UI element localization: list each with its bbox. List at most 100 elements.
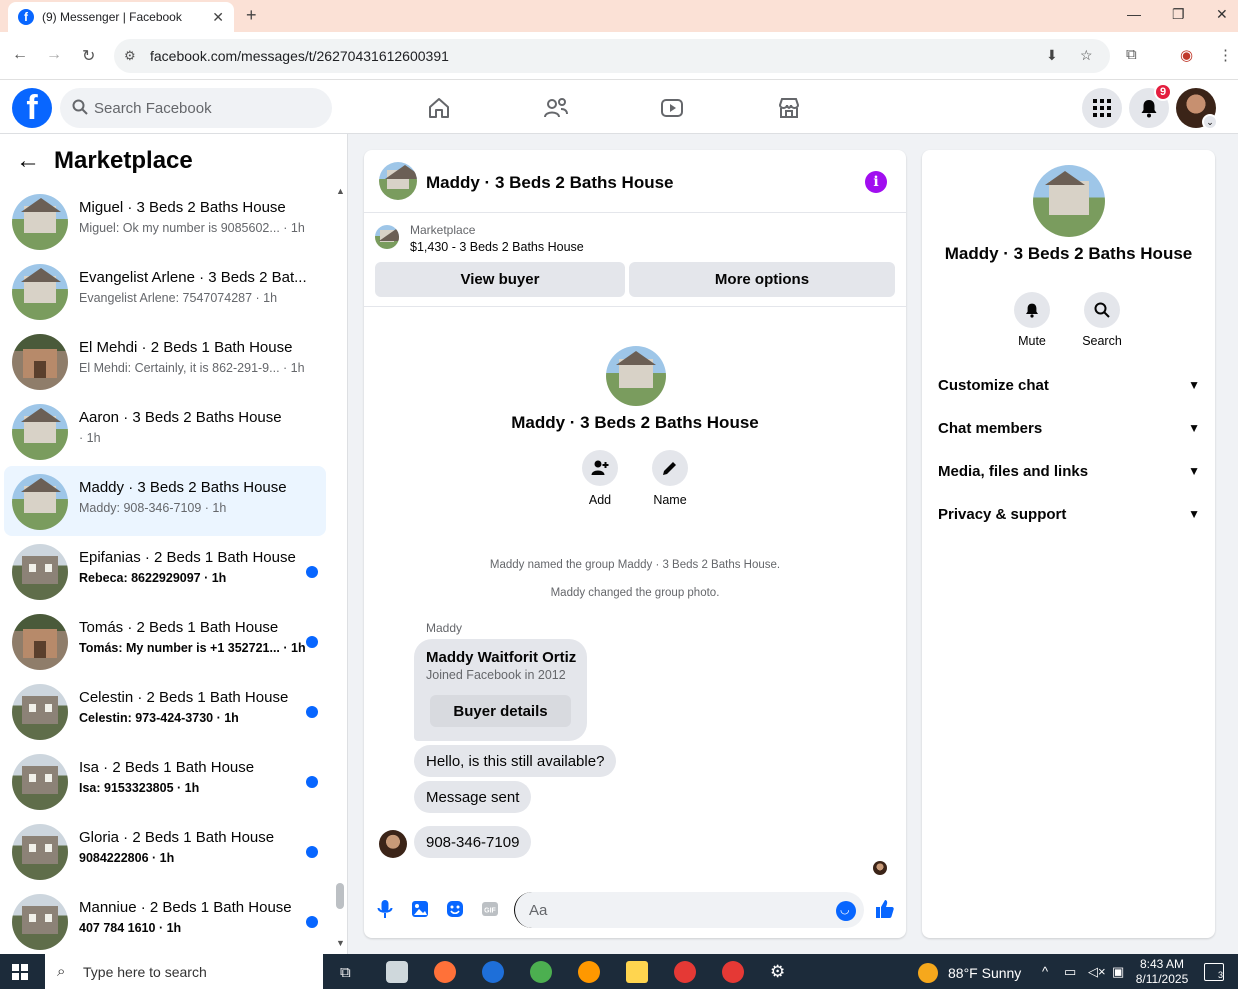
sender-avatar[interactable] — [379, 830, 407, 858]
back-icon[interactable]: ← — [12, 46, 28, 64]
profile-icon[interactable]: ◉ — [1180, 46, 1193, 64]
conversation-item[interactable]: Aaron · 3 Beds 2 Baths House · 1h — [4, 396, 326, 466]
watch-video-icon[interactable] — [658, 95, 686, 121]
search-icon: ⌕ — [57, 963, 66, 980]
listing-price-title[interactable]: $1,430 - 3 Beds 2 Baths House — [410, 240, 584, 254]
system-clock[interactable]: 8:43 AM 8/11/2025 — [1130, 957, 1194, 987]
menu-grid-icon[interactable] — [1082, 88, 1122, 128]
conversation-avatar — [12, 264, 68, 320]
task-view-icon[interactable]: ⧉ — [340, 964, 351, 981]
conversation-item[interactable]: Maddy · 3 Beds 2 Baths House Maddy: 908-3… — [4, 466, 326, 536]
browser-tab[interactable]: f (9) Messenger | Facebook ✕ — [8, 2, 234, 32]
close-window-icon[interactable]: ✕ — [1216, 6, 1228, 23]
windows-start-icon[interactable] — [12, 964, 28, 980]
facebook-search-input[interactable]: Search Facebook — [60, 88, 332, 128]
notification-count: 3 — [1217, 970, 1223, 980]
restore-icon[interactable]: ❐ — [1172, 6, 1185, 23]
yahoo-mail-icon[interactable] — [626, 961, 648, 983]
clock-time: 8:43 AM — [1139, 957, 1185, 971]
minimize-icon[interactable]: — — [1127, 6, 1141, 22]
conversation-item[interactable]: Epifanias · 2 Beds 1 Bath House Rebeca: 8… — [4, 536, 326, 606]
conversation-item[interactable]: Miguel · 3 Beds 2 Baths House Miguel: Ok … — [4, 186, 326, 256]
url-field[interactable]: ⚙ facebook.com/messages/t/26270431612600… — [114, 39, 1110, 73]
network-icon[interactable]: ▭ — [1064, 964, 1076, 980]
settings-gear-icon[interactable]: ⚙ — [770, 962, 785, 982]
app-icon[interactable] — [386, 961, 408, 983]
thumbs-up-icon[interactable] — [874, 898, 896, 920]
info-icon[interactable]: i — [865, 171, 887, 193]
chat-title[interactable]: Maddy · 3 Beds 2 Baths House — [426, 173, 674, 193]
system-message: Maddy changed the group photo. — [550, 587, 720, 599]
listing-thumbnail[interactable] — [375, 225, 399, 249]
chevron-down-icon: ▼ — [1188, 378, 1200, 392]
conversation-item[interactable]: Celestin · 2 Beds 1 Bath House Celestin: … — [4, 676, 326, 746]
buyer-joined: Joined Facebook in 2012 — [426, 668, 566, 682]
media-files-links-section[interactable]: Media, files and links ▼ — [938, 455, 1200, 487]
close-tab-icon[interactable]: ✕ — [212, 9, 224, 26]
conversation-item[interactable]: Gloria · 2 Beds 1 Bath House 9084222806 ·… — [4, 816, 326, 886]
gif-icon[interactable]: GIF — [479, 898, 501, 920]
conversation-item[interactable]: Manniue · 2 Beds 1 Bath House 407 784 161… — [4, 886, 326, 954]
back-arrow-icon[interactable]: ← — [16, 147, 40, 175]
site-info-icon[interactable]: ⚙ — [124, 48, 136, 64]
teamviewer-icon[interactable] — [482, 961, 504, 983]
bookmark-star-icon[interactable]: ☆ — [1080, 47, 1093, 64]
marketplace-icon[interactable] — [775, 95, 803, 121]
search-icon — [1084, 292, 1120, 328]
view-buyer-button[interactable]: View buyer — [375, 262, 625, 297]
conversation-item[interactable]: Evangelist Arlene · 3 Beds 2 Bat... Evang… — [4, 256, 326, 326]
volume-muted-icon[interactable]: ◁× — [1088, 964, 1106, 980]
message-bubble[interactable]: Message sent — [414, 781, 532, 813]
scroll-down-arrow-icon[interactable]: ▼ — [336, 938, 345, 948]
buyer-details-button[interactable]: Buyer details — [430, 695, 571, 727]
mute-button[interactable]: Mute — [1002, 292, 1062, 348]
clock-date: 8/11/2025 — [1135, 972, 1189, 986]
chat-members-section[interactable]: Chat members ▼ — [938, 412, 1200, 444]
info-avatar[interactable] — [1033, 165, 1105, 237]
reload-icon[interactable]: ↻ — [82, 46, 95, 66]
facebook-logo-icon[interactable]: f — [12, 88, 52, 128]
install-app-icon[interactable]: ⬇ — [1046, 47, 1058, 64]
weather-widget[interactable]: 88°F Sunny — [918, 963, 1021, 983]
add-people-button[interactable]: Add — [570, 450, 630, 507]
chrome-active-icon[interactable] — [674, 961, 696, 983]
microphone-icon[interactable] — [374, 898, 396, 920]
browser-icon[interactable] — [578, 961, 600, 983]
friends-icon[interactable] — [542, 95, 570, 121]
conversation-avatar — [12, 684, 68, 740]
firefox-icon[interactable] — [434, 961, 456, 983]
scrollbar-thumb[interactable] — [336, 883, 344, 909]
message-bubble[interactable]: 908-346-7109 — [414, 826, 532, 858]
chrome-profile-icon[interactable] — [722, 961, 744, 983]
chat-avatar[interactable] — [379, 162, 417, 200]
display-icon[interactable]: ▣ — [1112, 964, 1124, 980]
name-group-button[interactable]: Name — [640, 450, 700, 507]
emoji-icon[interactable] — [836, 901, 856, 921]
conversation-preview: Tomás: My number is +1 352721... · 1h — [79, 641, 306, 655]
unread-dot — [306, 916, 318, 928]
photo-icon[interactable] — [409, 898, 431, 920]
home-icon[interactable] — [425, 95, 453, 121]
show-hidden-icons-icon[interactable]: ^ — [1042, 964, 1048, 979]
message-bubble[interactable]: Hello, is this still available? — [414, 745, 617, 777]
privacy-support-section[interactable]: Privacy & support ▼ — [938, 498, 1200, 530]
search-in-conversation-button[interactable]: Search — [1072, 292, 1132, 348]
browser-menu-icon[interactable]: ⋮ — [1218, 46, 1233, 64]
conversation-avatar — [12, 334, 68, 390]
tab-search-icon[interactable]: ⧉ — [1126, 46, 1137, 63]
forward-icon[interactable]: → — [46, 46, 62, 64]
buyer-name: Maddy Waitforit Ortiz — [426, 649, 577, 666]
account-avatar[interactable]: ⌄ — [1176, 88, 1218, 130]
more-options-button[interactable]: More options — [629, 262, 895, 297]
message-input[interactable]: Aa — [514, 892, 864, 928]
chrome-icon[interactable] — [530, 961, 552, 983]
conversation-item[interactable]: Isa · 2 Beds 1 Bath House Isa: 9153323805… — [4, 746, 326, 816]
conversation-name: Manniue · 2 Beds 1 Bath House — [79, 899, 292, 916]
taskbar-search-input[interactable]: ⌕ Type here to search — [45, 954, 323, 989]
customize-chat-section[interactable]: Customize chat ▼ — [938, 369, 1200, 401]
conversation-item[interactable]: Tomás · 2 Beds 1 Bath House Tomás: My num… — [4, 606, 326, 676]
action-center-icon[interactable]: 3 — [1204, 963, 1224, 981]
sticker-icon[interactable] — [444, 898, 466, 920]
conversation-item[interactable]: El Mehdi · 2 Beds 1 Bath House El Mehdi: … — [4, 326, 326, 396]
new-tab-icon[interactable]: + — [246, 5, 257, 26]
